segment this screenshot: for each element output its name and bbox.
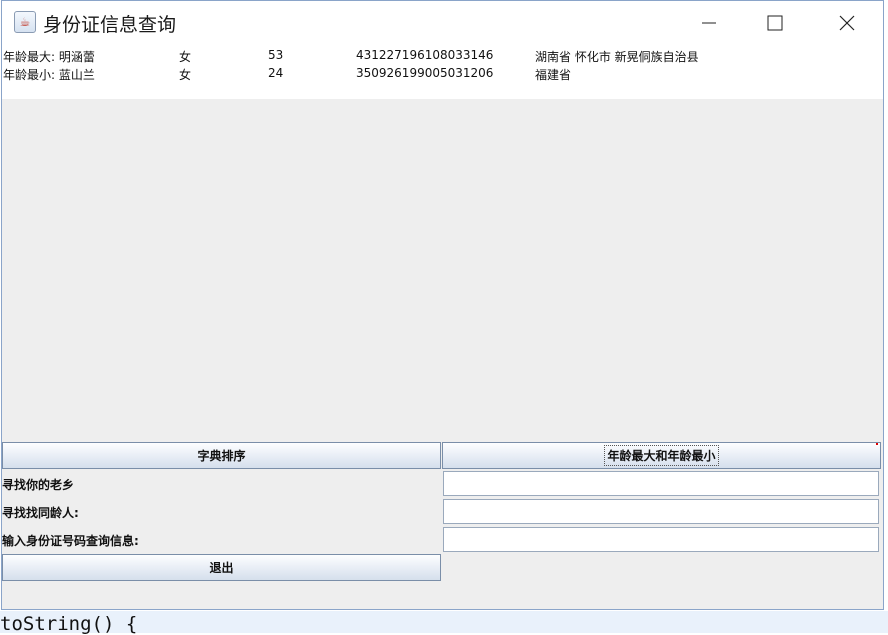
- age-extremes-label: 年龄最大和年龄最小: [604, 445, 719, 466]
- youngest-label: 年龄最小:: [3, 68, 56, 82]
- title-bar[interactable]: ☕ 身份证信息查询: [2, 1, 883, 45]
- same-age-input[interactable]: [443, 499, 879, 524]
- youngest-label-name: 年龄最小: 蓝山兰: [3, 66, 95, 83]
- sort-button[interactable]: 字典排序: [2, 442, 441, 469]
- hometown-input[interactable]: [443, 471, 879, 496]
- id-query-label: 输入身份证号码查询信息:: [2, 534, 139, 548]
- code-line: toString() {: [0, 613, 138, 635]
- minimize-button[interactable]: [686, 1, 732, 45]
- minimize-icon: [702, 22, 716, 24]
- youngest-id-number: 350926199005031206: [356, 66, 494, 80]
- oldest-address: 湖南省 怀化市 新晃侗族自治县: [535, 50, 699, 64]
- exit-button[interactable]: 退出: [2, 554, 441, 581]
- close-button[interactable]: [824, 1, 870, 45]
- hometown-label: 寻找你的老乡: [2, 478, 75, 492]
- oldest-gender: 女: [179, 50, 192, 64]
- oldest-label: 年龄最大:: [3, 50, 56, 64]
- same-age-label: 寻找找同龄人:: [2, 506, 79, 520]
- youngest-age: 24: [268, 66, 284, 80]
- java-app-icon: ☕: [14, 11, 36, 33]
- id-query-input[interactable]: [443, 527, 879, 552]
- oldest-id-number: 431227196108033146: [356, 48, 494, 62]
- youngest-address: 福建省: [535, 68, 572, 82]
- oldest-label-name: 年龄最大: 明涵蕾: [3, 48, 95, 65]
- background-code-editor: toString() {: [0, 611, 888, 635]
- result-panel: 年龄最大: 明涵蕾 女 53 431227196108033146 湖南省 怀化…: [2, 45, 883, 99]
- oldest-name: 明涵蕾: [58, 50, 95, 64]
- oldest-age: 53: [268, 48, 284, 62]
- window-title: 身份证信息查询: [43, 14, 177, 36]
- age-extremes-button[interactable]: 年龄最大和年龄最小: [442, 442, 881, 469]
- maximize-button[interactable]: [752, 1, 798, 45]
- youngest-gender: 女: [179, 68, 192, 82]
- red-marker: [876, 443, 878, 445]
- youngest-name: 蓝山兰: [58, 68, 95, 82]
- maximize-icon: [767, 15, 783, 31]
- close-icon: [839, 15, 855, 31]
